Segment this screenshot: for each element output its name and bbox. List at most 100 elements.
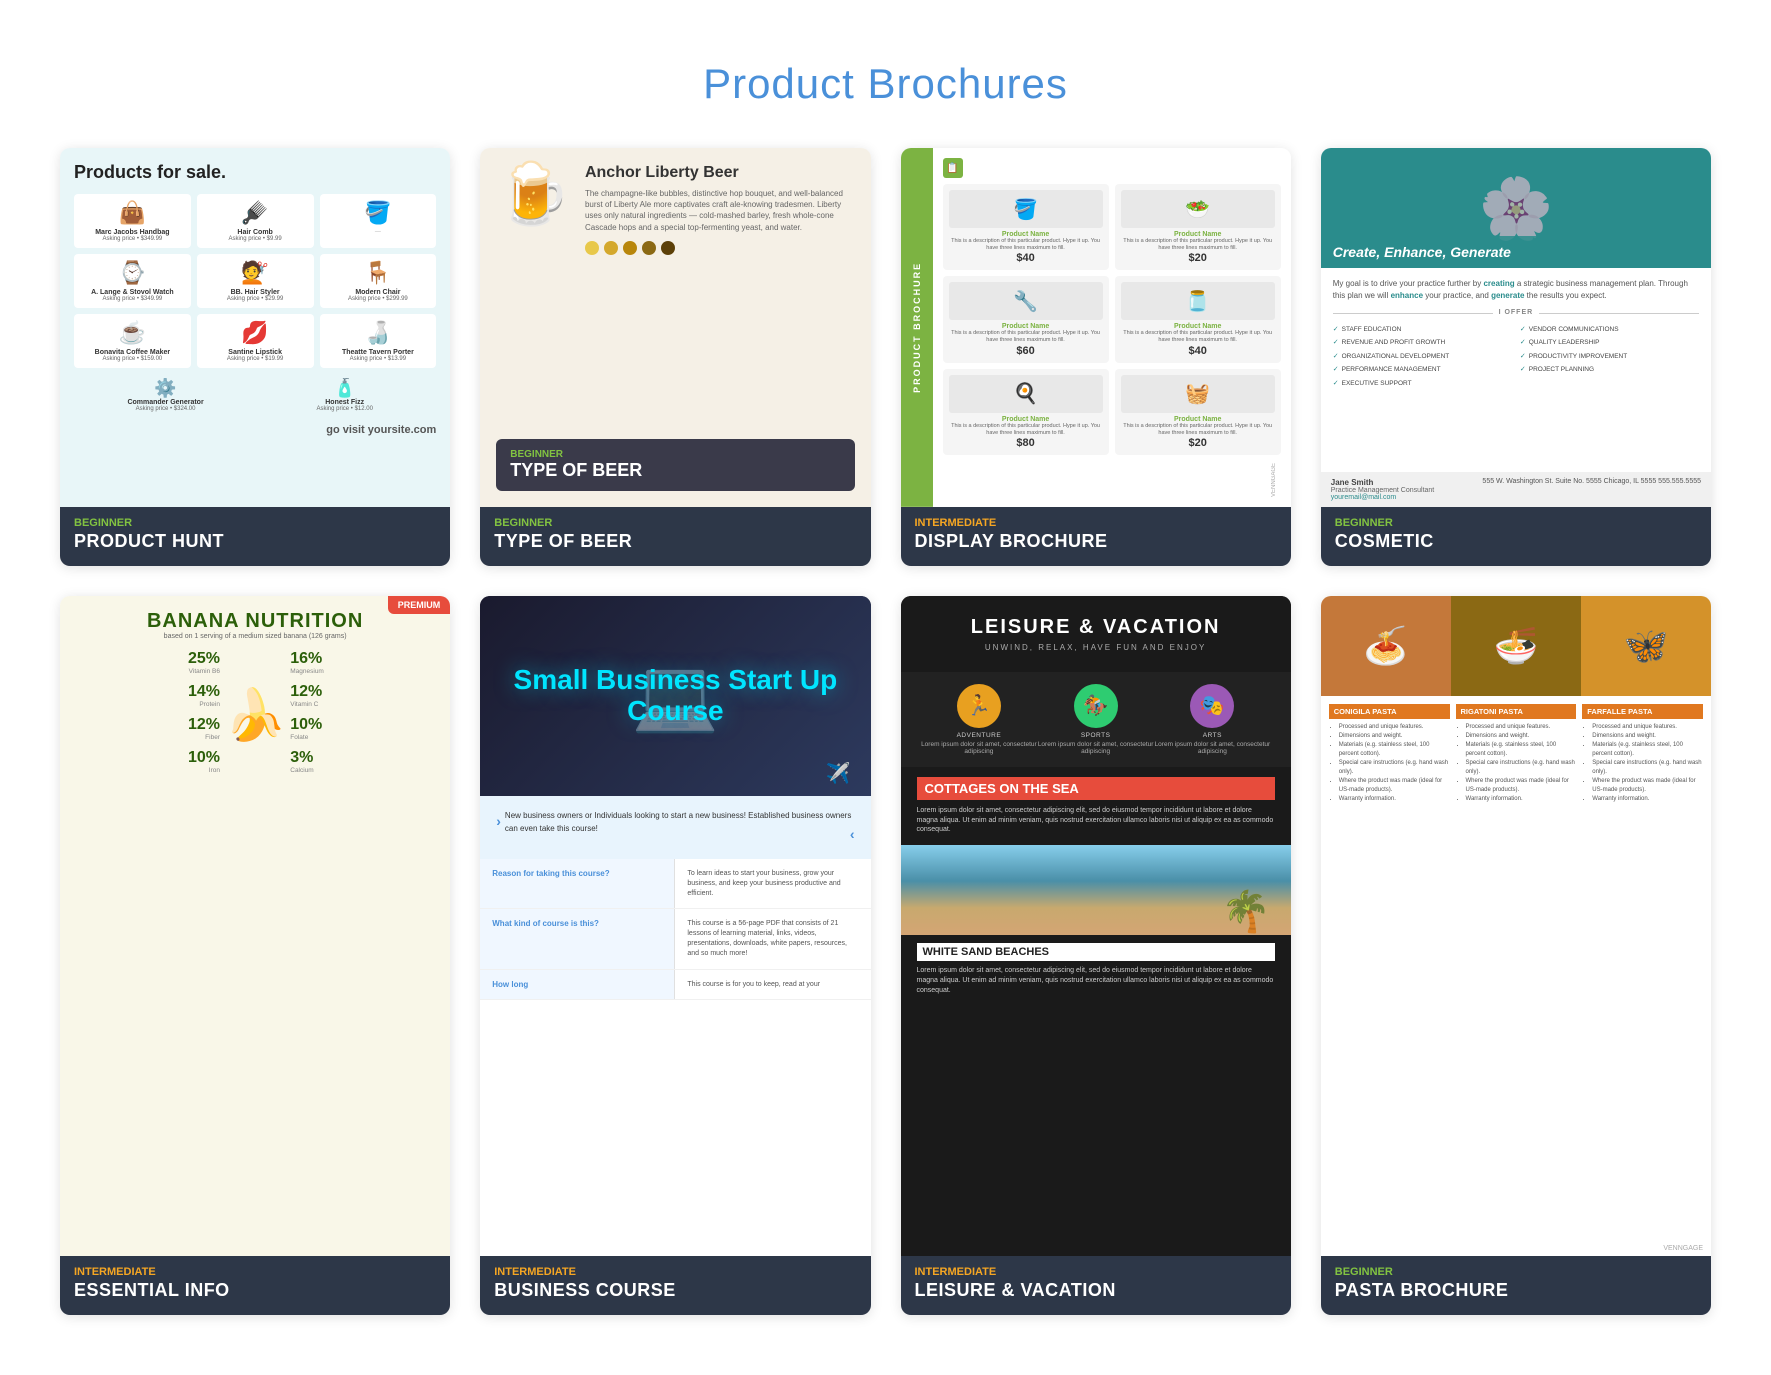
beer-color-swatches bbox=[585, 241, 855, 255]
card-display-brochure[interactable]: Product Brochure 📋 🪣 Product Name This i… bbox=[901, 148, 1291, 566]
card-leisure-preview: LEISURE & VACATION UNWIND, RELAX, HAVE F… bbox=[901, 596, 1291, 1256]
product-icon-fizz: 🧴 bbox=[333, 378, 355, 398]
display-product-desc: This is a description of this particular… bbox=[1121, 238, 1275, 252]
banana-stat-item: 3% Calcium bbox=[290, 749, 436, 774]
product-item: 💋 Santine Lipstick Asking price • $19.99 bbox=[197, 314, 314, 368]
card-level-label: BEGINNER bbox=[494, 517, 856, 529]
card-banana-preview: PREMIUM BANANA NUTRITION based on 1 serv… bbox=[60, 596, 450, 1256]
business-hero-plane-icon: ✈️ bbox=[826, 761, 851, 786]
leisure-cottages-section: COTTAGES ON THE SEA Lorem ipsum dolor si… bbox=[901, 767, 1291, 845]
display-product-card: 🫙 Product Name This is a description of … bbox=[1115, 276, 1281, 362]
cosmetic-service-item: QUALITY LEADERSHIP bbox=[1520, 338, 1699, 349]
banana-stat-label: Vitamin B6 bbox=[74, 668, 220, 675]
banana-stat-label: Fiber bbox=[74, 734, 220, 741]
display-product-card: 🥗 Product Name This is a description of … bbox=[1115, 184, 1281, 270]
card-business-course[interactable]: 💻 Small Business Start Up Course ✈️ › Ne… bbox=[480, 596, 870, 1315]
display-product-name: Product Name bbox=[1121, 416, 1275, 423]
card-pasta-preview: 🍝 🍜 🦋 CONIGILA PASTA Processed and uniqu… bbox=[1321, 596, 1711, 1256]
card-title: LEISURE & VACATION bbox=[915, 1280, 1277, 1301]
display-row-1: 🪣 Product Name This is a description of … bbox=[943, 184, 1281, 270]
product-item: ⌚ A. Lange & Stovol Watch Asking price •… bbox=[74, 254, 191, 308]
card-leisure-vacation[interactable]: LEISURE & VACATION UNWIND, RELAX, HAVE F… bbox=[901, 596, 1291, 1315]
card-level-label: BEGINNER bbox=[1335, 517, 1697, 529]
leisure-header: LEISURE & VACATION UNWIND, RELAX, HAVE F… bbox=[901, 596, 1291, 672]
banana-stat-pct: 16% bbox=[290, 650, 322, 667]
leisure-section-title: COTTAGES ON THE SEA bbox=[917, 777, 1275, 800]
cosmetic-contact-title: Practice Management Consultant bbox=[1331, 487, 1435, 494]
card-banana-nutrition[interactable]: PREMIUM BANANA NUTRITION based on 1 serv… bbox=[60, 596, 450, 1315]
pasta-feature-item: Special care instructions (e.g. hand was… bbox=[1339, 759, 1450, 777]
cosmetic-contact: Jane Smith Practice Management Consultan… bbox=[1321, 472, 1711, 507]
card-business-preview: 💻 Small Business Start Up Course ✈️ › Ne… bbox=[480, 596, 870, 1256]
beer-color-swatch-3 bbox=[623, 241, 637, 255]
banana-image: 🍌 bbox=[224, 686, 286, 745]
angle-right-icon: ‹ bbox=[850, 823, 855, 845]
product-generator: ⚙️ Commander Generator Asking price • $3… bbox=[78, 378, 253, 412]
product-price: Asking price • $12.00 bbox=[257, 406, 432, 412]
business-hero-text: Small Business Start Up Course bbox=[480, 665, 870, 727]
card-pasta-brochure[interactable]: 🍝 🍜 🦋 CONIGILA PASTA Processed and uniqu… bbox=[1321, 596, 1711, 1315]
cosmetic-contact-name: Jane Smith bbox=[1331, 478, 1435, 487]
pasta-feature-item: Processed and unique features. bbox=[1466, 723, 1577, 732]
angle-left-icon: › bbox=[496, 810, 501, 832]
cosmetic-service-item: ORGANIZATIONAL DEVELOPMENT bbox=[1333, 352, 1512, 363]
product-name: A. Lange & Stovol Watch bbox=[78, 289, 187, 296]
banana-stat-pct: 12% bbox=[290, 683, 322, 700]
product-price: Asking price • $29.99 bbox=[201, 296, 310, 302]
card-cosmetic[interactable]: 🌸 Create, Enhance, Generate My goal is t… bbox=[1321, 148, 1711, 566]
display-product-card: 🪣 Product Name This is a description of … bbox=[943, 184, 1109, 270]
cosmetic-intro: My goal is to drive your practice furthe… bbox=[1333, 278, 1699, 302]
product-icon-coffee: ☕ bbox=[78, 320, 187, 346]
pasta-col-conigila: CONIGILA PASTA Processed and unique feat… bbox=[1329, 704, 1450, 1233]
beer-mug-icon: 🍺 bbox=[496, 164, 571, 224]
cosmetic-face-image: 🌸 bbox=[1479, 173, 1554, 244]
leisure-icons-row: 🏃 ADVENTURE Lorem ipsum dolor sit amet, … bbox=[901, 672, 1291, 767]
product-hunt-footer: go visit yoursite.com bbox=[74, 424, 436, 436]
banana-stat-pct: 25% bbox=[188, 650, 220, 667]
card-level-label: INTERMEDIATE bbox=[915, 517, 1277, 529]
card-anchor-beer[interactable]: 🍺 Anchor Liberty Beer The champagne-like… bbox=[480, 148, 870, 566]
product-fizz: 🧴 Honest Fizz Asking price • $12.00 bbox=[257, 378, 432, 412]
pasta-venngage-branding: VENNGAGE bbox=[1321, 1241, 1711, 1256]
product-price: Asking price • $324.00 bbox=[78, 406, 253, 412]
card-product-hunt-footer: BEGINNER PRODUCT HUNT bbox=[60, 507, 450, 566]
banana-stat-item: 14% Protein bbox=[74, 683, 220, 708]
pasta-feature-item: Special care instructions (e.g. hand was… bbox=[1466, 759, 1577, 777]
business-faq-question: What kind of course is this? bbox=[480, 909, 675, 968]
pasta-feature-item: Materials (e.g. stainless steel, 100 per… bbox=[1339, 741, 1450, 759]
beer-text-section: Anchor Liberty Beer The champagne-like b… bbox=[585, 164, 855, 255]
product-icon-bottles: 🍶 bbox=[324, 320, 433, 346]
leisure-icon-item: 🏃 ADVENTURE Lorem ipsum dolor sit amet, … bbox=[921, 684, 1038, 755]
pasta-feature-item: Materials (e.g. stainless steel, 100 per… bbox=[1466, 741, 1577, 759]
product-icon-hair: 💇 bbox=[201, 260, 310, 286]
product-item: 🪮 Hair Comb Asking price • $9.99 bbox=[197, 194, 314, 248]
pasta-feature-item: Materials (e.g. stainless steel, 100 per… bbox=[1592, 741, 1703, 759]
beer-type-text: TYPE OF BEER bbox=[510, 460, 840, 481]
product-price: Asking price • $13.99 bbox=[324, 356, 433, 362]
banana-stat-pct: 14% bbox=[188, 683, 220, 700]
page-title: Product Brochures bbox=[0, 0, 1771, 148]
leisure-icon-label: SPORTS bbox=[1037, 732, 1154, 739]
card-beer-footer: BEGINNER TYPE OF BEER bbox=[480, 507, 870, 566]
business-intro: › New business owners or Individuals loo… bbox=[480, 796, 870, 859]
banana-nutrition-sub: based on 1 serving of a medium sized ban… bbox=[74, 633, 436, 640]
card-pasta-footer: BEGINNER PASTA BROCHURE bbox=[1321, 1256, 1711, 1315]
banana-stat-label: Calcium bbox=[290, 767, 436, 774]
display-branding: VENNGAGE bbox=[943, 463, 1281, 497]
product-name: Theatte Tavern Porter bbox=[324, 349, 433, 356]
display-row-2: 🔧 Product Name This is a description of … bbox=[943, 276, 1281, 362]
beer-color-swatch-1 bbox=[585, 241, 599, 255]
cosmetic-service-item: VENDOR COMMUNICATIONS bbox=[1520, 325, 1699, 336]
cosmetic-contact-info: Jane Smith Practice Management Consultan… bbox=[1331, 478, 1435, 501]
display-product-price: $20 bbox=[1121, 437, 1275, 449]
product-item: 👜 Marc Jacobs Handbag Asking price • $34… bbox=[74, 194, 191, 248]
leisure-icon-item: 🎭 ARTS Lorem ipsum dolor sit amet, conse… bbox=[1154, 684, 1271, 755]
leisure-beach-section: WHITE SAND BEACHES Lorem ipsum dolor sit… bbox=[901, 935, 1291, 1003]
display-product-card: 🔧 Product Name This is a description of … bbox=[943, 276, 1109, 362]
leisure-icon-label: ARTS bbox=[1154, 732, 1271, 739]
pasta-header-images: 🍝 🍜 🦋 bbox=[1321, 596, 1711, 696]
card-level-label: INTERMEDIATE bbox=[494, 1266, 856, 1278]
card-product-hunt[interactable]: Products for sale. 👜 Marc Jacobs Handbag… bbox=[60, 148, 450, 566]
leisure-icon-desc: Lorem ipsum dolor sit amet, consectetur … bbox=[921, 741, 1038, 755]
product-item: 🪣 — bbox=[320, 194, 437, 248]
